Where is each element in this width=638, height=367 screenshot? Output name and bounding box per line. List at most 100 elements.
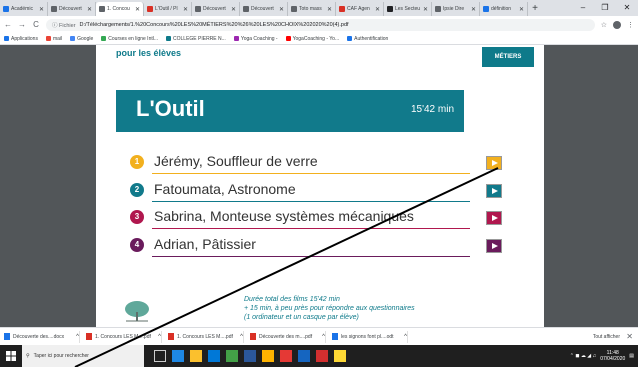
browser-tab[interactable]: Découvert ✕ — [240, 2, 288, 16]
browser-tab[interactable]: Découvert ✕ — [192, 2, 240, 16]
close-tab-icon[interactable]: ✕ — [279, 6, 284, 13]
omnibox[interactable]: ⓘ Fichier D:/Téléchargements/1.%20Concou… — [46, 18, 595, 31]
download-item[interactable]: Découverte des....docx ^ — [4, 330, 80, 343]
back-button[interactable]: ← — [4, 20, 12, 29]
play-video-button[interactable] — [486, 184, 502, 198]
taskbar-app-icon[interactable] — [208, 350, 220, 362]
tab-favicon-icon — [243, 6, 249, 12]
menu-icon[interactable]: ⋮ — [627, 21, 634, 29]
close-downloads-bar-button[interactable]: ✕ — [626, 332, 633, 341]
taskbar-app-icon[interactable] — [172, 350, 184, 362]
browser-tab[interactable]: CAF Agen ✕ — [336, 2, 384, 16]
bookmark-favicon-icon — [101, 36, 107, 41]
bookmark-label: mail — [52, 35, 63, 42]
taskbar-app-icon[interactable] — [316, 350, 328, 362]
bookmark-item[interactable]: Applications — [4, 36, 38, 42]
system-tray: ⌃ ◼ ☁ ◢ ♫ 11:48 07/04/2020 ▤ — [570, 345, 634, 367]
duration-note: Durée total des films 15'42 min + 15 min… — [244, 295, 415, 322]
play-video-button[interactable] — [486, 156, 502, 170]
download-item[interactable]: 1. Concours LES M....pdf ^ — [86, 330, 162, 343]
close-tab-icon[interactable]: ✕ — [39, 6, 44, 13]
pdf-page: pour les élèves MÉTIERS L'Outil 15'42 mi… — [96, 45, 544, 327]
browser-tab[interactable]: 1. Concou ✕ — [96, 2, 144, 16]
metiers-badge: MÉTIERS — [482, 47, 534, 67]
download-item[interactable]: les signons font pl....odt ^ — [332, 330, 408, 343]
browser-tab[interactable]: Découvert ✕ — [48, 2, 96, 16]
chevron-up-icon[interactable]: ^ — [322, 334, 325, 340]
close-tab-icon[interactable]: ✕ — [471, 6, 476, 13]
taskbar-app-icon[interactable] — [190, 350, 202, 362]
taskbar-app-icon[interactable] — [226, 350, 238, 362]
chevron-up-icon[interactable]: ^ — [76, 334, 79, 340]
minimize-button[interactable]: – — [572, 0, 594, 16]
film-title: Fatoumata, Astronome — [154, 181, 296, 197]
site-info-icon[interactable]: ⓘ Fichier — [52, 21, 76, 29]
close-tab-icon[interactable]: ✕ — [519, 6, 524, 13]
show-all-downloads-button[interactable]: Tout afficher — [593, 334, 620, 340]
profile-avatar[interactable] — [613, 20, 621, 29]
bookmark-star-icon[interactable]: ☆ — [601, 21, 607, 29]
tab-favicon-icon — [339, 6, 345, 12]
taskbar-app-icon[interactable] — [334, 350, 346, 362]
bookmark-item[interactable]: mail — [45, 35, 63, 42]
browser-tab[interactable]: Toto mass ✕ — [288, 2, 336, 16]
chevron-up-icon[interactable]: ^ — [158, 334, 161, 340]
close-window-button[interactable]: ✕ — [616, 0, 638, 16]
tab-title: Découvert — [251, 6, 274, 12]
tray-icons[interactable]: ⌃ ◼ ☁ ◢ ♫ — [570, 353, 597, 359]
chevron-up-icon[interactable]: ^ — [404, 334, 407, 340]
note-line: Durée total des films 15'42 min — [244, 296, 340, 303]
close-tab-icon[interactable]: ✕ — [87, 6, 92, 13]
taskbar-app-icon[interactable] — [298, 350, 310, 362]
forward-button[interactable]: → — [18, 20, 26, 29]
clock[interactable]: 11:48 07/04/2020 — [600, 350, 625, 362]
film-title: Jérémy, Souffleur de verre — [154, 153, 318, 169]
browser-tab[interactable]: définition ✕ — [480, 2, 528, 16]
bookmark-favicon-icon — [233, 36, 239, 41]
download-item[interactable]: Découverte des m....pdf ^ — [250, 330, 326, 343]
close-tab-icon[interactable]: ✕ — [231, 6, 236, 13]
close-tab-icon[interactable]: ✕ — [183, 6, 188, 13]
download-item[interactable]: 1. Concours LES M....pdf ^ — [168, 330, 244, 343]
bookmark-item[interactable]: Yoga Coaching - — [233, 36, 278, 42]
bookmark-item[interactable]: Authentification — [347, 36, 388, 42]
bookmark-item[interactable]: Courses en ligne Intl... — [101, 36, 158, 42]
play-video-button[interactable] — [486, 211, 502, 225]
tab-title: Ipsie Dire — [443, 6, 465, 12]
maximize-button[interactable]: ❐ — [594, 0, 616, 16]
film-underline — [152, 201, 470, 202]
browser-tab[interactable]: Les Secteu ✕ — [384, 2, 432, 16]
film-number: 1 — [130, 155, 144, 169]
close-tab-icon[interactable]: ✕ — [327, 6, 332, 13]
bookmark-item[interactable]: YogaCoaching - Yo... — [285, 36, 339, 42]
film-title: Sabrina, Monteuse systèmes mécaniques — [154, 208, 414, 224]
task-view-icon[interactable] — [154, 350, 166, 362]
chevron-up-icon[interactable]: ^ — [240, 334, 243, 340]
notifications-icon[interactable]: ▤ — [629, 353, 634, 359]
start-button[interactable] — [0, 345, 22, 367]
close-tab-icon[interactable]: ✕ — [135, 6, 140, 13]
toolbar-icons: ☆ ⋮ — [601, 20, 634, 29]
taskbar-app-icon[interactable] — [280, 350, 292, 362]
browser-tab[interactable]: Ipsie Dire ✕ — [432, 2, 480, 16]
reload-button[interactable]: C — [32, 20, 40, 29]
note-line: + 15 min, à peu près pour répondre aux q… — [244, 305, 415, 312]
file-icon — [168, 333, 174, 340]
close-tab-icon[interactable]: ✕ — [375, 6, 380, 13]
download-filename: 1. Concours LES M....pdf — [95, 333, 151, 340]
browser-tab[interactable]: L'Outil / Pl ✕ — [144, 2, 192, 16]
play-video-button[interactable] — [486, 239, 502, 253]
bookmark-item[interactable]: COLLEGE PIERRE N... — [166, 36, 226, 42]
browser-tab[interactable]: Académic ✕ — [0, 2, 48, 16]
taskbar-app-icon[interactable] — [262, 350, 274, 362]
taskbar-search[interactable]: ⚲ Taper ici pour rechercher — [22, 345, 144, 367]
download-filename: Découverte des....docx — [13, 333, 65, 340]
taskbar-app-icon[interactable] — [244, 350, 256, 362]
tab-title: 1. Concou — [107, 6, 130, 12]
bookmark-item[interactable]: Google — [70, 36, 93, 42]
new-tab-button[interactable]: + — [528, 2, 542, 16]
download-filename: 1. Concours LES M....pdf — [177, 333, 233, 340]
close-tab-icon[interactable]: ✕ — [423, 6, 428, 13]
tab-favicon-icon — [147, 6, 153, 12]
page-title: L'Outil — [136, 96, 205, 121]
